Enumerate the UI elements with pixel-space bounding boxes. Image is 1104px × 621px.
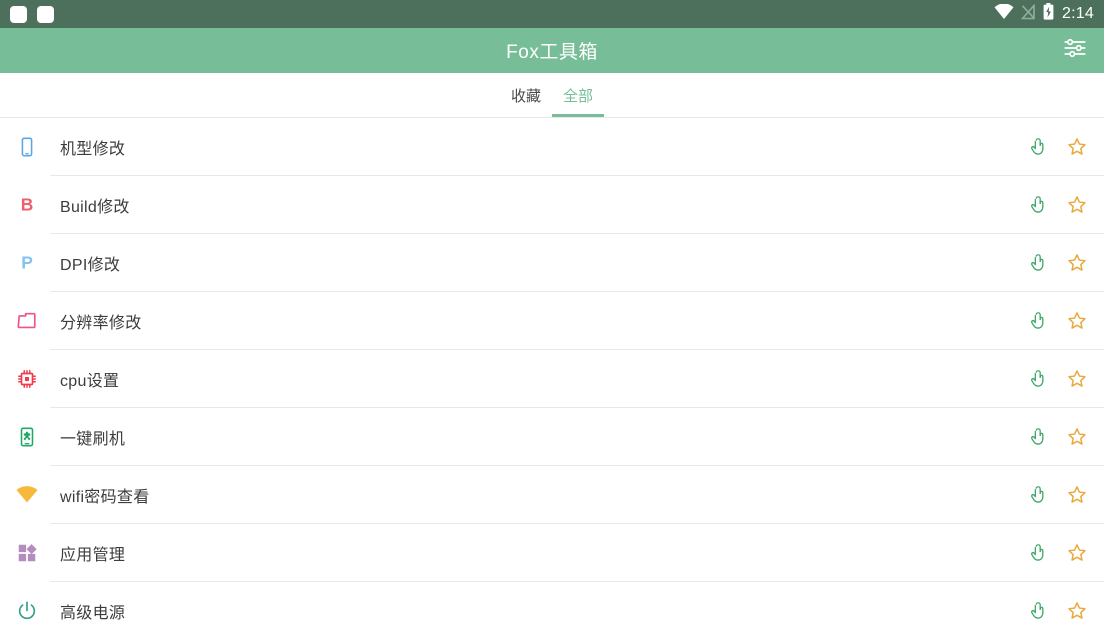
list-item[interactable]: wifi密码查看 [0,466,1104,524]
wifi-icon [994,2,1014,25]
tune-icon [1062,35,1088,66]
list-item[interactable]: 机型修改 [0,118,1104,176]
star-outline-icon[interactable] [1064,308,1090,334]
list-item[interactable]: 高级电源 [0,582,1104,621]
star-outline-icon[interactable] [1064,250,1090,276]
list-item[interactable]: B Build修改 [0,176,1104,234]
list-item-actions [1024,482,1090,508]
list-item-label: 一键刷机 [60,431,126,448]
svg-text:P: P [21,253,33,273]
status-bar: 2:14 [0,0,1104,28]
touch-gesture-icon[interactable] [1024,134,1050,160]
list-item-label: wifi密码查看 [60,489,150,506]
list-item-label: DPI修改 [60,257,121,274]
star-outline-icon[interactable] [1064,424,1090,450]
list-item-label: 高级电源 [60,605,126,621]
list-item-actions [1024,540,1090,566]
list-item-actions [1024,192,1090,218]
aspect-ratio-icon [12,306,42,336]
tune-settings-button[interactable] [1060,36,1090,66]
touch-gesture-icon[interactable] [1024,424,1050,450]
list-item-actions [1024,366,1090,392]
battery-charging-icon [1043,3,1054,25]
letter-p-icon: P [12,248,42,278]
list-item-actions [1024,250,1090,276]
list-item-label: 应用管理 [60,547,126,564]
letter-b-icon: B [12,190,42,220]
app-title: Fox工具箱 [506,42,598,63]
tab-all[interactable]: 全部 [552,73,604,117]
cpu-chip-icon [12,364,42,394]
list-item-label: 机型修改 [60,141,126,158]
status-bar-notifications [10,5,54,23]
tab-all-label: 全部 [562,87,593,105]
list-item-label: cpu设置 [60,373,120,390]
list-item[interactable]: 应用管理 [0,524,1104,582]
touch-gesture-icon[interactable] [1024,366,1050,392]
list-item-actions [1024,424,1090,450]
tool-list: 机型修改 B Build修改 P DPI修改 分辨率修改 cpu设置 一键刷机 … [0,118,1104,621]
star-outline-icon[interactable] [1064,134,1090,160]
list-item[interactable]: cpu设置 [0,350,1104,408]
list-item-actions [1024,308,1090,334]
signal-off-icon [1020,2,1036,25]
star-outline-icon[interactable] [1064,598,1090,621]
list-item[interactable]: 一键刷机 [0,408,1104,466]
star-outline-icon[interactable] [1064,366,1090,392]
list-item[interactable]: P DPI修改 [0,234,1104,292]
apps-grid-icon [12,538,42,568]
notification-chip-icon [37,5,54,23]
touch-gesture-icon[interactable] [1024,250,1050,276]
status-bar-system-icons: 2:14 [994,2,1094,25]
touch-gesture-icon[interactable] [1024,308,1050,334]
tab-favorites-label: 收藏 [510,87,541,105]
star-outline-icon[interactable] [1064,192,1090,218]
list-item-actions [1024,598,1090,621]
power-icon [12,596,42,621]
touch-gesture-icon[interactable] [1024,598,1050,621]
flash-phone-icon [12,422,42,452]
touch-gesture-icon[interactable] [1024,540,1050,566]
touch-gesture-icon[interactable] [1024,192,1050,218]
star-outline-icon[interactable] [1064,540,1090,566]
svg-text:B: B [21,195,34,215]
tab-bar: 收藏 全部 [0,73,1104,118]
list-item-label: 分辨率修改 [60,315,142,332]
tab-favorites[interactable]: 收藏 [500,73,552,117]
list-item[interactable]: 分辨率修改 [0,292,1104,350]
app-bar: Fox工具箱 [0,28,1104,73]
phone-icon [12,132,42,162]
list-item-label: Build修改 [60,199,130,216]
list-item-actions [1024,134,1090,160]
status-bar-clock: 2:14 [1062,5,1094,22]
star-outline-icon[interactable] [1064,482,1090,508]
touch-gesture-icon[interactable] [1024,482,1050,508]
wifi-icon [12,480,42,510]
notification-chip-icon [10,5,27,23]
